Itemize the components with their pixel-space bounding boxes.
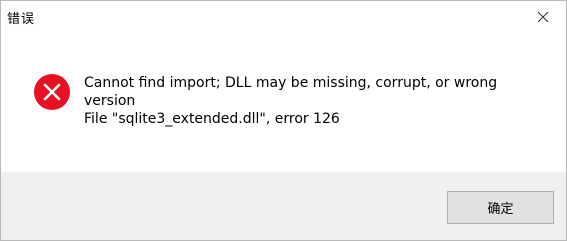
dialog-body: Cannot find import; DLL may be missing, … <box>1 33 566 172</box>
error-dialog: 错误 Cannot find import; DLL may be missin… <box>0 0 567 241</box>
message-line: Cannot find import; DLL may be missing, … <box>84 75 498 91</box>
close-icon <box>537 11 549 23</box>
error-message: Cannot find import; DLL may be missing, … <box>84 74 554 128</box>
message-line: File "sqlite3_extended.dll", error 126 <box>84 111 340 127</box>
error-icon <box>33 73 71 111</box>
window-title: 错误 <box>7 12 36 27</box>
message-line: version <box>84 93 136 109</box>
ok-button[interactable]: 确定 <box>447 191 554 224</box>
close-button[interactable] <box>520 1 566 33</box>
dialog-footer: 确定 <box>1 172 566 240</box>
title-bar[interactable]: 错误 <box>1 1 566 33</box>
